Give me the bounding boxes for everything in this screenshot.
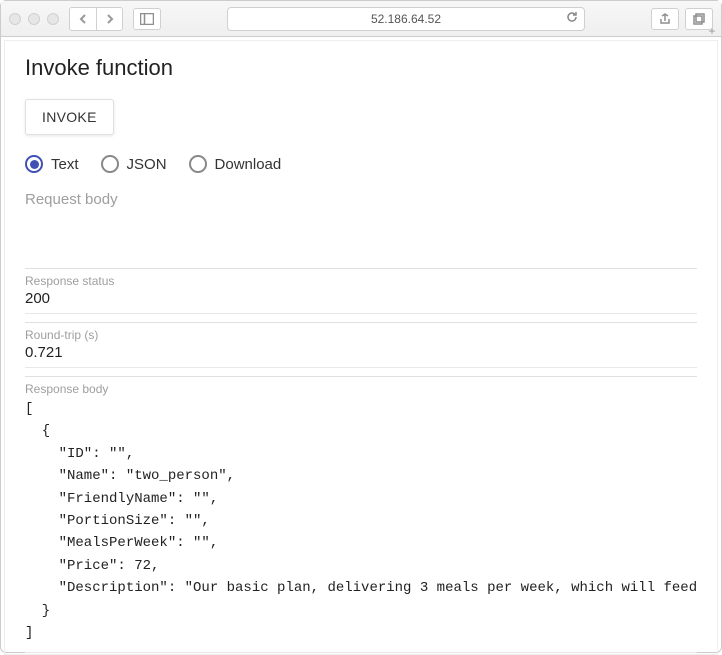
sidebar-toggle-button[interactable]	[133, 8, 161, 30]
sidebar-icon	[140, 13, 154, 25]
close-window-icon[interactable]	[9, 13, 21, 25]
tabs-icon	[693, 13, 705, 25]
roundtrip-field: Round-trip (s) 0.721	[25, 322, 697, 368]
reload-icon	[566, 11, 578, 23]
response-status-value: 200	[25, 290, 697, 314]
forward-button[interactable]	[96, 8, 122, 30]
maximize-window-icon[interactable]	[47, 13, 59, 25]
radio-selected-icon	[25, 155, 43, 173]
response-body-value: [ { "ID": "", "Name": "two_person", "Fri…	[25, 398, 697, 653]
new-tab-button[interactable]: +	[705, 25, 719, 37]
radio-download[interactable]: Download	[189, 155, 282, 173]
browser-toolbar: 52.186.64.52 +	[1, 1, 721, 37]
radio-json[interactable]: JSON	[101, 155, 167, 173]
reload-button[interactable]	[566, 11, 578, 26]
address-text: 52.186.64.52	[371, 12, 441, 26]
invoke-button[interactable]: INVOKE	[25, 99, 114, 135]
chevron-right-icon	[105, 14, 115, 24]
chevron-left-icon	[78, 14, 88, 24]
roundtrip-value: 0.721	[25, 344, 697, 368]
response-body-label: Response body	[25, 382, 697, 396]
radio-unselected-icon	[189, 155, 207, 173]
minimize-window-icon[interactable]	[28, 13, 40, 25]
response-body-field: Response body [ { "ID": "", "Name": "two…	[25, 376, 697, 653]
share-button[interactable]	[651, 8, 679, 30]
address-bar[interactable]: 52.186.64.52	[227, 7, 585, 31]
page-title: Invoke function	[25, 55, 697, 81]
radio-text-label: Text	[51, 156, 79, 173]
response-status-field: Response status 200	[25, 268, 697, 314]
radio-json-label: JSON	[127, 156, 167, 173]
output-format-radios: Text JSON Download	[25, 155, 697, 173]
radio-text[interactable]: Text	[25, 155, 79, 173]
back-button[interactable]	[70, 8, 96, 30]
window-controls	[9, 13, 59, 25]
roundtrip-label: Round-trip (s)	[25, 328, 697, 342]
nav-button-group	[69, 7, 123, 31]
page-content: Invoke function INVOKE Text JSON Downloa…	[4, 40, 718, 655]
radio-unselected-icon	[101, 155, 119, 173]
share-icon	[659, 13, 671, 25]
response-status-label: Response status	[25, 274, 697, 288]
request-body-input[interactable]: Request body	[25, 191, 697, 208]
toolbar-right-buttons	[651, 8, 713, 30]
radio-download-label: Download	[215, 156, 282, 173]
